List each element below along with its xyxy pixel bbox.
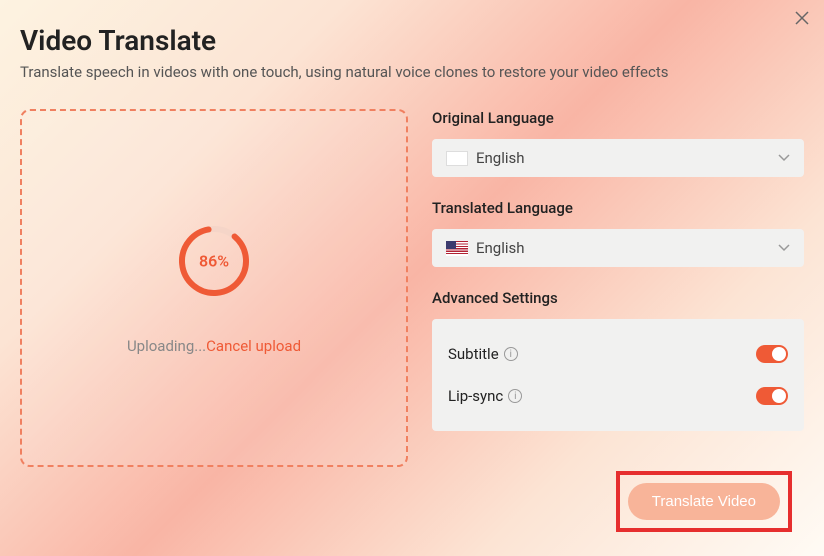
subtitle-label-text: Subtitle <box>448 345 499 363</box>
lipsync-toggle[interactable] <box>756 387 788 405</box>
primary-action-highlight: Translate Video <box>616 471 792 532</box>
settings-panel: Original Language English Translated Lan… <box>432 109 804 467</box>
original-language-value: English <box>476 149 770 167</box>
header: Video Translate Translate speech in vide… <box>0 0 824 89</box>
original-language-select[interactable]: English <box>432 139 804 177</box>
lipsync-label-text: Lip-sync <box>448 387 503 405</box>
translated-language-label: Translated Language <box>432 199 804 217</box>
flag-us-icon <box>446 241 468 256</box>
cancel-upload-link[interactable]: Cancel upload <box>206 337 301 355</box>
chevron-down-icon <box>778 240 790 256</box>
translate-video-button[interactable]: Translate Video <box>628 483 780 520</box>
info-icon[interactable]: i <box>504 347 518 361</box>
lipsync-label: Lip-sync i <box>448 387 522 405</box>
original-language-label: Original Language <box>432 109 804 127</box>
lipsync-row: Lip-sync i <box>448 381 788 411</box>
advanced-settings-label: Advanced Settings <box>432 289 804 307</box>
upload-progress-ring: 86% <box>174 221 254 301</box>
upload-dropzone[interactable]: 86% Uploading...Cancel upload <box>20 109 408 467</box>
page-subtitle: Translate speech in videos with one touc… <box>20 63 804 81</box>
advanced-settings-box: Subtitle i Lip-sync i <box>432 319 804 431</box>
upload-status-text: Uploading... <box>127 337 206 355</box>
subtitle-label: Subtitle i <box>448 345 518 363</box>
info-icon[interactable]: i <box>508 389 522 403</box>
upload-progress-text: 86% <box>199 252 229 271</box>
subtitle-toggle[interactable] <box>756 345 788 363</box>
translated-language-select[interactable]: English <box>432 229 804 267</box>
subtitle-row: Subtitle i <box>448 339 788 369</box>
upload-status: Uploading...Cancel upload <box>127 337 301 355</box>
flag-icon <box>446 151 468 166</box>
page-title: Video Translate <box>20 24 804 57</box>
translated-language-value: English <box>476 239 770 257</box>
close-icon[interactable] <box>792 8 812 28</box>
chevron-down-icon <box>778 150 790 166</box>
